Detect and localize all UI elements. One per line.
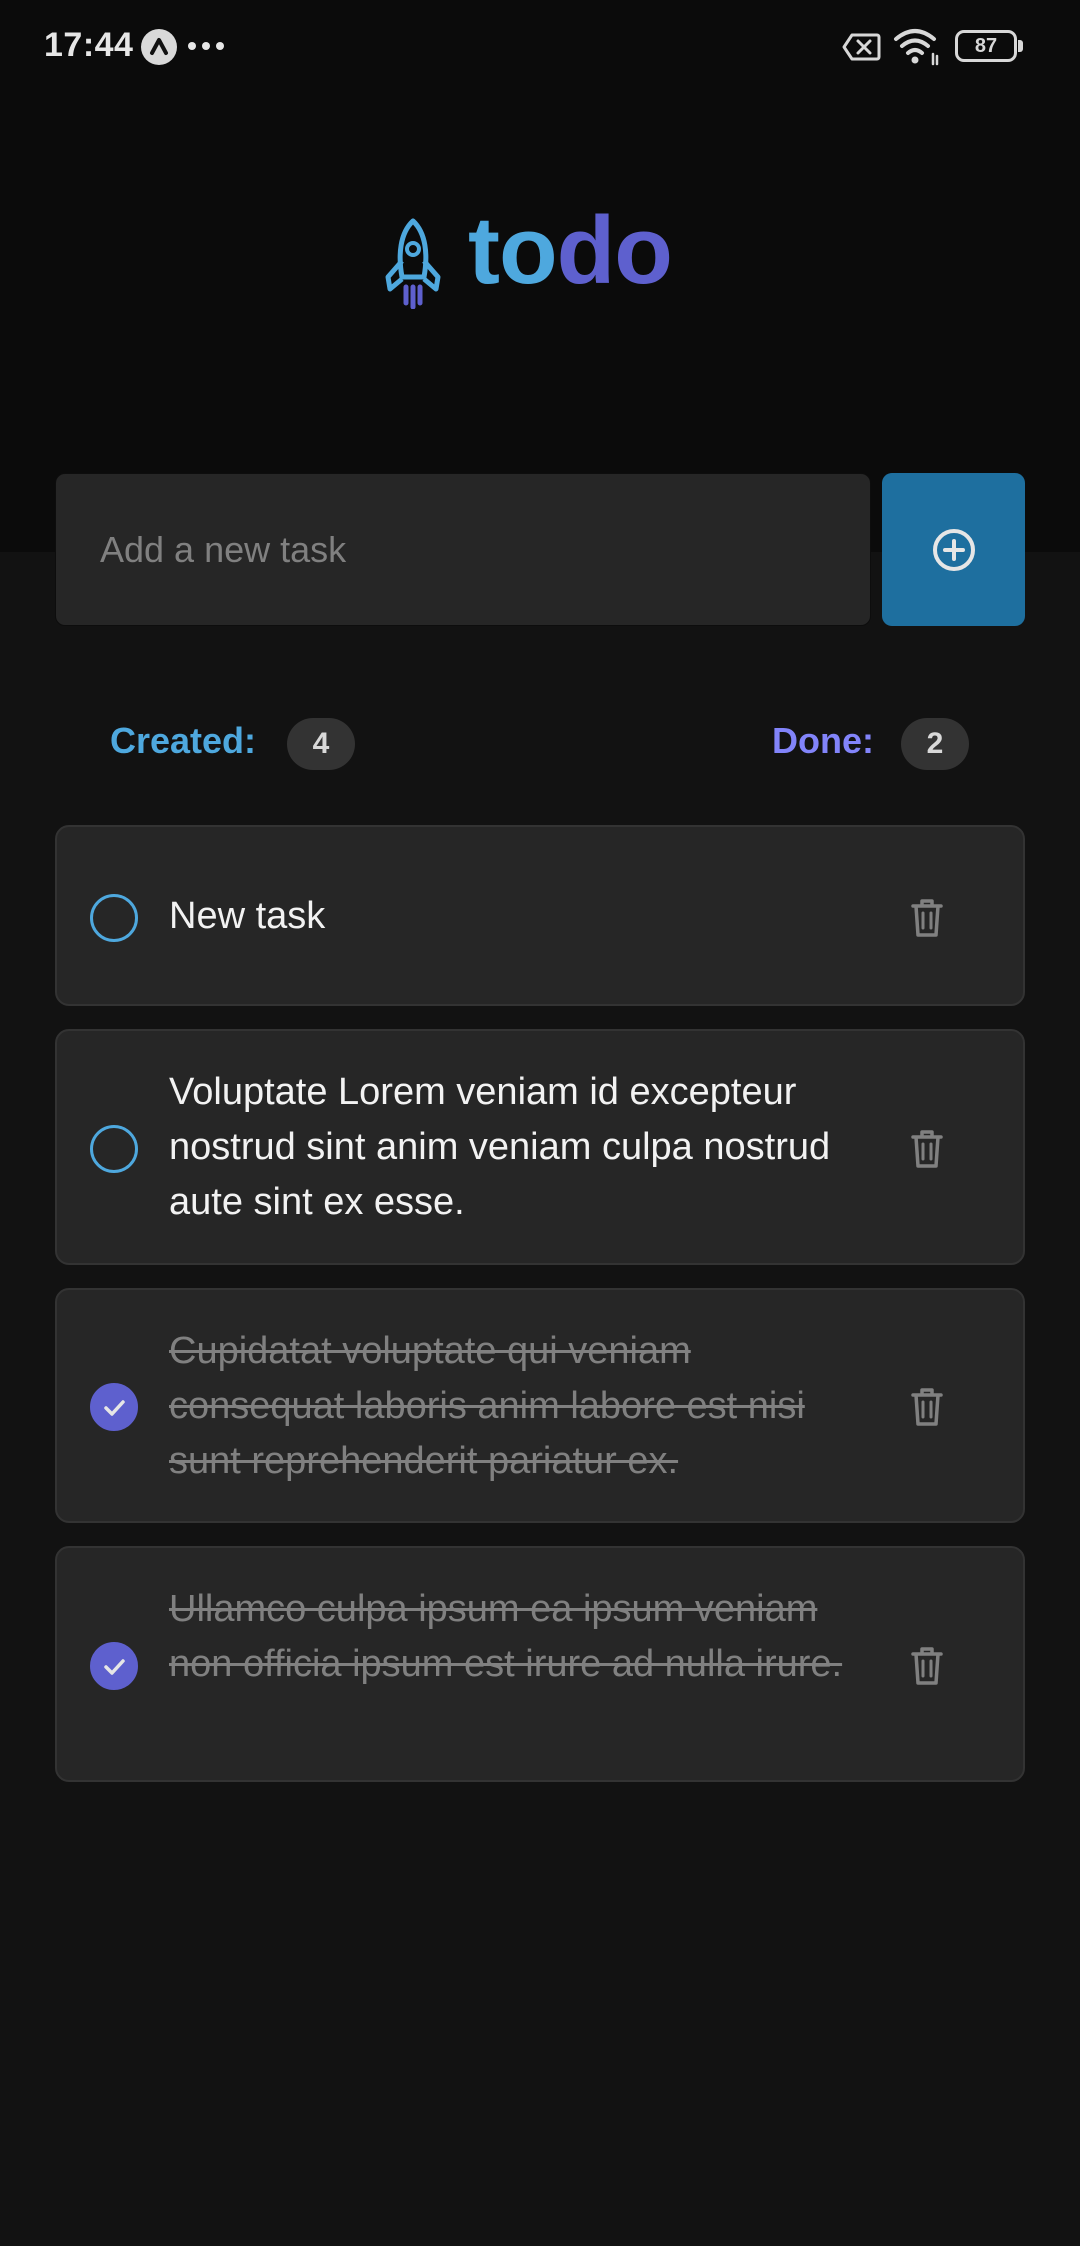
- delete-task-button[interactable]: [902, 1382, 952, 1432]
- add-task-button[interactable]: [882, 473, 1025, 626]
- task-checkbox[interactable]: [90, 1383, 138, 1431]
- plus-circle-icon: [933, 529, 975, 571]
- task-text: Cupidatat voluptate qui veniam consequat…: [169, 1330, 805, 1482]
- battery-level: 87: [974, 35, 998, 57]
- created-count-badge: 4: [287, 718, 355, 770]
- task-text: Voluptate Lorem veniam id excepteur nost…: [169, 1071, 831, 1223]
- trash-icon: [911, 1388, 943, 1426]
- check-icon: [104, 1659, 125, 1675]
- delete-task-button[interactable]: [902, 1124, 952, 1174]
- logo-text-part2: do: [556, 197, 673, 304]
- battery-nub: [1018, 40, 1023, 52]
- delete-task-button[interactable]: [902, 1641, 952, 1691]
- task-text: Ullamco culpa ipsum ea ipsum veniam non …: [169, 1588, 843, 1685]
- logo-text: todo: [468, 203, 673, 299]
- wifi-icon: [893, 26, 941, 66]
- delete-task-button[interactable]: [902, 893, 952, 943]
- done-count-badge: 2: [901, 718, 969, 770]
- task-checkbox[interactable]: [90, 894, 138, 942]
- rocket-icon: [382, 217, 444, 310]
- task-checkbox[interactable]: [90, 1642, 138, 1690]
- app-logo: todo: [382, 203, 702, 315]
- done-label: Done:: [772, 720, 874, 761]
- task-item: Voluptate Lorem veniam id excepteur nost…: [55, 1029, 1025, 1265]
- check-icon: [104, 1400, 125, 1416]
- task-checkbox[interactable]: [90, 1125, 138, 1173]
- new-task-input[interactable]: [55, 473, 871, 626]
- logo-text-part1: to: [468, 197, 558, 304]
- task-text: New task: [169, 895, 326, 937]
- battery-icon: 87: [955, 30, 1017, 62]
- status-bar: 17:44 87: [0, 0, 1080, 96]
- trash-icon: [911, 1130, 943, 1168]
- task-item: Ullamco culpa ipsum ea ipsum veniam non …: [55, 1546, 1025, 1782]
- trash-icon: [911, 899, 943, 937]
- trash-icon: [911, 1647, 943, 1685]
- no-sim-icon: [842, 32, 882, 62]
- status-time: 17:44: [44, 26, 134, 64]
- task-item: New task: [55, 825, 1025, 1006]
- app-notification-icon: [141, 29, 177, 65]
- more-notifications-icon: [188, 42, 228, 52]
- task-item: Cupidatat voluptate qui veniam consequat…: [55, 1288, 1025, 1523]
- created-label: Created:: [110, 720, 257, 761]
